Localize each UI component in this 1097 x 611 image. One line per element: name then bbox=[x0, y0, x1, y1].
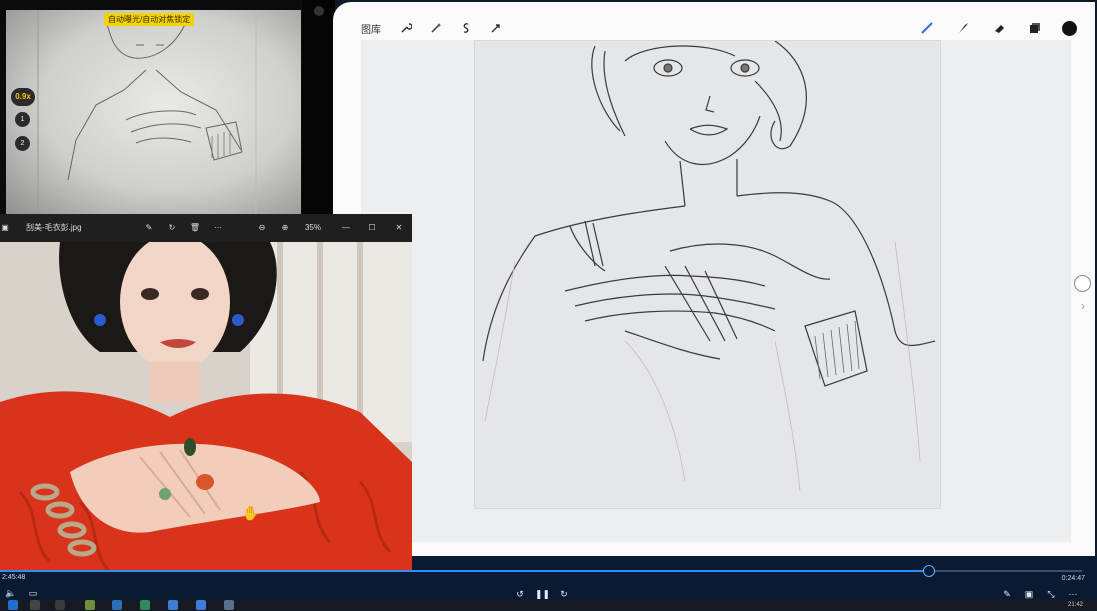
app-icon-3[interactable] bbox=[140, 600, 150, 610]
current-time-label: 0:24:47 bbox=[1061, 575, 1085, 582]
image-icon: ▣ bbox=[1, 223, 9, 232]
edit-icon[interactable]: ✎ bbox=[143, 214, 155, 242]
player-controls-left: 2:45:48 🔈 ▭ bbox=[0, 572, 412, 599]
camera-side-panel bbox=[302, 0, 335, 216]
brush-icon[interactable] bbox=[916, 17, 938, 39]
transform-icon[interactable] bbox=[485, 17, 507, 39]
line-sketch-drawing bbox=[482, 40, 936, 492]
reference-photo: ✋ bbox=[0, 234, 412, 599]
subtitle-icon[interactable]: ▭ bbox=[26, 586, 40, 600]
gallery-button[interactable]: 图库 bbox=[361, 21, 381, 36]
more-icon[interactable]: ··· bbox=[211, 214, 225, 242]
chevron-right-icon[interactable]: › bbox=[1081, 299, 1085, 313]
wrench-icon[interactable] bbox=[395, 17, 417, 39]
selection-icon[interactable] bbox=[455, 17, 477, 39]
drawing-canvas[interactable] bbox=[474, 40, 941, 509]
smudge-icon[interactable] bbox=[952, 17, 974, 39]
camera-sketch-image bbox=[37, 10, 257, 216]
delete-icon[interactable]: 🗑 bbox=[189, 214, 201, 242]
camera-side-button[interactable] bbox=[314, 6, 324, 16]
volume-icon[interactable]: 🔈 bbox=[4, 586, 18, 600]
clock: 21:42 bbox=[1067, 602, 1083, 608]
app-icon-4[interactable] bbox=[168, 600, 178, 610]
reference-photo-image: ✋ bbox=[0, 234, 412, 599]
procreate-toolbar-right bbox=[902, 17, 1077, 39]
zoom-in-icon[interactable]: ⊕ bbox=[279, 214, 291, 242]
app-icon-2[interactable] bbox=[112, 600, 122, 610]
procreate-toolbar: 图库 bbox=[361, 14, 1077, 42]
progress-fill bbox=[412, 570, 928, 572]
zoom-level: 35% bbox=[304, 223, 321, 232]
layers-icon[interactable] bbox=[1024, 17, 1046, 39]
lens-2x-button[interactable]: 2 bbox=[15, 136, 30, 151]
rotate-icon[interactable]: ↻ bbox=[166, 214, 178, 242]
windows-taskbar: 21:42 bbox=[0, 599, 1097, 611]
start-icon[interactable] bbox=[8, 600, 18, 610]
modify-button[interactable] bbox=[1074, 275, 1091, 292]
procreate-app: 图库 › bbox=[333, 2, 1095, 562]
magic-wand-icon[interactable] bbox=[425, 17, 447, 39]
photo-viewer-titlebar: ▣ 刮美-毛衣彭.jpg ✎ ↻ 🗑 ··· ⊖ ⊕ 35% — ☐ ✕ bbox=[0, 214, 412, 242]
procreate-canvas-area bbox=[361, 40, 1071, 542]
app-icon-1[interactable] bbox=[85, 600, 95, 610]
maximize-button[interactable]: ☐ bbox=[362, 214, 382, 242]
left-time-label: 2:45:48 bbox=[2, 574, 26, 581]
zoom-out-icon[interactable]: ⊖ bbox=[256, 214, 268, 242]
camera-preview: 自动曝光/自动对焦锁定 0.9x 1 2 bbox=[0, 0, 335, 216]
lens-1x-button[interactable]: 1 bbox=[15, 112, 30, 127]
photo-filename: 刮美-毛衣彭.jpg bbox=[26, 223, 82, 232]
app-icon-6[interactable] bbox=[224, 600, 234, 610]
svg-text:✋: ✋ bbox=[242, 505, 259, 522]
close-button[interactable]: ✕ bbox=[389, 214, 409, 242]
eraser-icon[interactable] bbox=[988, 17, 1010, 39]
camera-viewfinder bbox=[6, 10, 301, 216]
exposure-lock-banner: 自动曝光/自动对焦锁定 bbox=[104, 13, 195, 26]
progress-knob[interactable] bbox=[922, 565, 935, 577]
app-icon-5[interactable] bbox=[196, 600, 206, 610]
task-view-icon[interactable] bbox=[55, 600, 65, 610]
color-picker-swatch[interactable] bbox=[1062, 20, 1077, 36]
photo-viewer-window: ▣ 刮美-毛衣彭.jpg ✎ ↻ 🗑 ··· ⊖ ⊕ 35% — ☐ ✕ ✋ bbox=[0, 214, 412, 599]
search-icon[interactable] bbox=[30, 600, 40, 610]
minimize-button[interactable]: — bbox=[336, 214, 356, 242]
zoom-0.9x-button[interactable]: 0.9x bbox=[11, 88, 35, 106]
